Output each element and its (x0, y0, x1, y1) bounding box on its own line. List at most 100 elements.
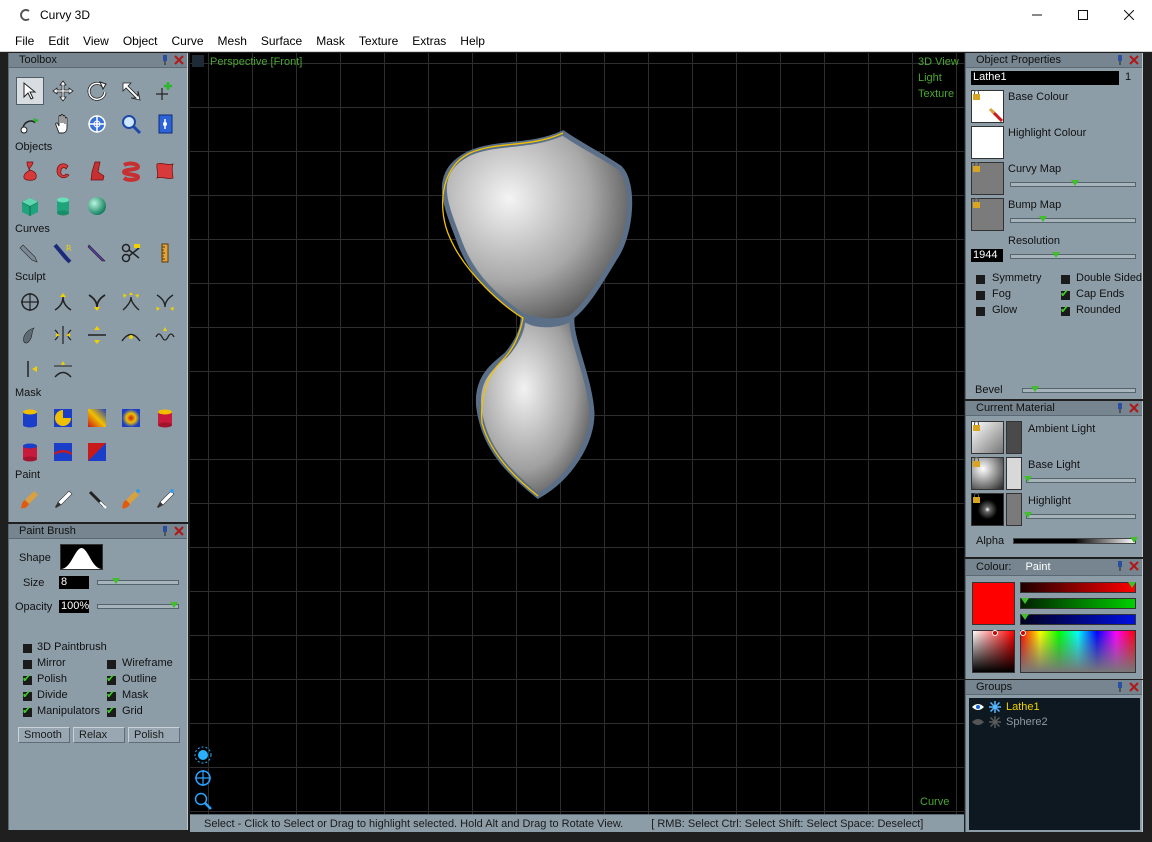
bevel-slider[interactable] (1022, 386, 1136, 393)
picker-marker[interactable] (1020, 630, 1026, 636)
hue-spectrum-picker[interactable] (1020, 630, 1136, 673)
paint-smear-tool[interactable] (117, 485, 145, 513)
highlight-colour[interactable] (1006, 493, 1022, 526)
slider-knob[interactable] (1130, 537, 1138, 543)
menu-mask[interactable]: Mask (309, 34, 352, 48)
slider-knob[interactable] (112, 578, 121, 584)
spiral-object-tool[interactable] (117, 157, 145, 185)
group-name[interactable]: Sphere2 (1006, 716, 1048, 728)
slider-knob[interactable] (170, 602, 178, 608)
panel-close-icon[interactable] (1128, 54, 1140, 66)
slider-knob[interactable] (1038, 216, 1047, 222)
lock-icon[interactable] (972, 493, 981, 503)
curve-knife-tool[interactable] (83, 239, 111, 267)
relax-button[interactable]: Relax (73, 727, 125, 743)
snowflake-icon[interactable] (988, 715, 1002, 729)
sculpt-flatten-tool[interactable] (83, 321, 111, 349)
checkbox-outline[interactable] (106, 672, 116, 685)
green-channel-slider[interactable] (1020, 598, 1136, 609)
mode-texture[interactable]: Texture (918, 88, 954, 100)
checkbox-rounded[interactable] (1060, 303, 1070, 316)
paint-brush-tool[interactable] (16, 485, 44, 513)
blue-channel-slider[interactable] (1020, 614, 1136, 625)
pin-icon[interactable] (1114, 681, 1126, 693)
sculpt-push-tool[interactable] (83, 288, 111, 316)
slider-knob[interactable] (1024, 512, 1032, 518)
menu-texture[interactable]: Texture (352, 34, 405, 48)
view-frame-tool[interactable] (151, 110, 179, 138)
slider-knob[interactable] (1128, 582, 1136, 588)
highlight-slider[interactable] (1024, 512, 1136, 519)
mode-3d-view[interactable]: 3D View (918, 56, 959, 68)
checkbox-double-sided[interactable] (1061, 275, 1070, 284)
mask-invert-tool[interactable] (16, 438, 44, 466)
ambient-light-colour[interactable] (1006, 421, 1022, 454)
cube-object-tool[interactable] (16, 192, 44, 220)
curve-pen-tool[interactable] (16, 239, 44, 267)
picker-marker[interactable] (992, 630, 998, 636)
red-channel-slider[interactable] (1020, 582, 1136, 593)
sphere-object-tool[interactable] (83, 192, 111, 220)
pin-icon[interactable] (159, 54, 171, 66)
paint-airbrush-tool[interactable] (49, 485, 77, 513)
paint-spray-tool[interactable] (151, 485, 179, 513)
checkbox-divide[interactable] (22, 688, 32, 701)
orbit-tool[interactable] (16, 110, 44, 138)
lock-icon[interactable] (972, 90, 981, 100)
slider-knob[interactable] (1021, 614, 1029, 620)
slider-knob[interactable] (1031, 386, 1040, 392)
sculpt-spread-tool[interactable] (117, 288, 145, 316)
zoom-tool[interactable] (117, 110, 145, 138)
resolution-slider[interactable] (1010, 252, 1136, 259)
panel-close-icon[interactable] (1128, 560, 1140, 572)
base-light-slider[interactable] (1024, 476, 1136, 483)
opacity-input[interactable]: 100% (59, 600, 89, 613)
snowflake-icon[interactable] (988, 700, 1002, 714)
pan-tool[interactable] (49, 110, 77, 138)
view-name-label[interactable]: Perspective [Front] (210, 56, 302, 68)
curve-brush-tool[interactable]: R (49, 239, 77, 267)
menu-object[interactable]: Object (116, 34, 165, 48)
mask-cylinder-red-tool[interactable] (151, 404, 179, 432)
menu-file[interactable]: File (8, 34, 41, 48)
cylinder-object-tool[interactable] (49, 192, 77, 220)
slider-knob[interactable] (1051, 252, 1060, 258)
sculpt-arch-tool[interactable] (49, 355, 77, 383)
alpha-slider[interactable] (1013, 537, 1138, 544)
curve-cut-tool[interactable] (117, 239, 145, 267)
group-name[interactable]: Lathe1 (1006, 701, 1040, 713)
mask-radial-tool[interactable] (117, 404, 145, 432)
colour-mode[interactable]: Paint (1025, 561, 1050, 573)
panel-close-icon[interactable] (1128, 681, 1140, 693)
menu-edit[interactable]: Edit (41, 34, 76, 48)
lock-icon[interactable] (972, 421, 981, 431)
scale-tool[interactable] (117, 77, 145, 105)
checkbox-cap-ends[interactable] (1060, 287, 1070, 300)
menu-surface[interactable]: Surface (254, 34, 309, 48)
mask-diagonal-tool[interactable] (83, 438, 111, 466)
sculpt-target-tool[interactable] (16, 288, 44, 316)
mask-gradient-tool[interactable] (83, 404, 111, 432)
panel-close-icon[interactable] (173, 525, 185, 537)
bump-map-slider[interactable] (1010, 216, 1136, 223)
mode-light[interactable]: Light (918, 72, 942, 84)
zoom-view-icon[interactable] (193, 791, 213, 811)
minimize-button[interactable] (1014, 0, 1060, 30)
current-colour-swatch[interactable] (972, 582, 1015, 625)
smooth-button[interactable]: Smooth (18, 727, 70, 743)
close-button[interactable] (1106, 0, 1152, 30)
checkbox-fog[interactable] (976, 291, 985, 300)
rotate-tool[interactable] (83, 77, 111, 105)
checkbox-mirror[interactable] (23, 660, 32, 669)
slider-knob[interactable] (1024, 476, 1032, 482)
menu-help[interactable]: Help (453, 34, 492, 48)
panel-close-icon[interactable] (1128, 402, 1140, 414)
plane-object-tool[interactable] (151, 157, 179, 185)
checkbox-symmetry[interactable] (976, 275, 985, 284)
menu-curve[interactable]: Curve (165, 34, 211, 48)
lock-icon[interactable] (972, 162, 981, 172)
pin-icon[interactable] (159, 525, 171, 537)
size-slider[interactable] (97, 578, 179, 585)
center-target-icon[interactable] (193, 768, 213, 788)
checkbox-3d-paintbrush[interactable] (23, 644, 32, 653)
